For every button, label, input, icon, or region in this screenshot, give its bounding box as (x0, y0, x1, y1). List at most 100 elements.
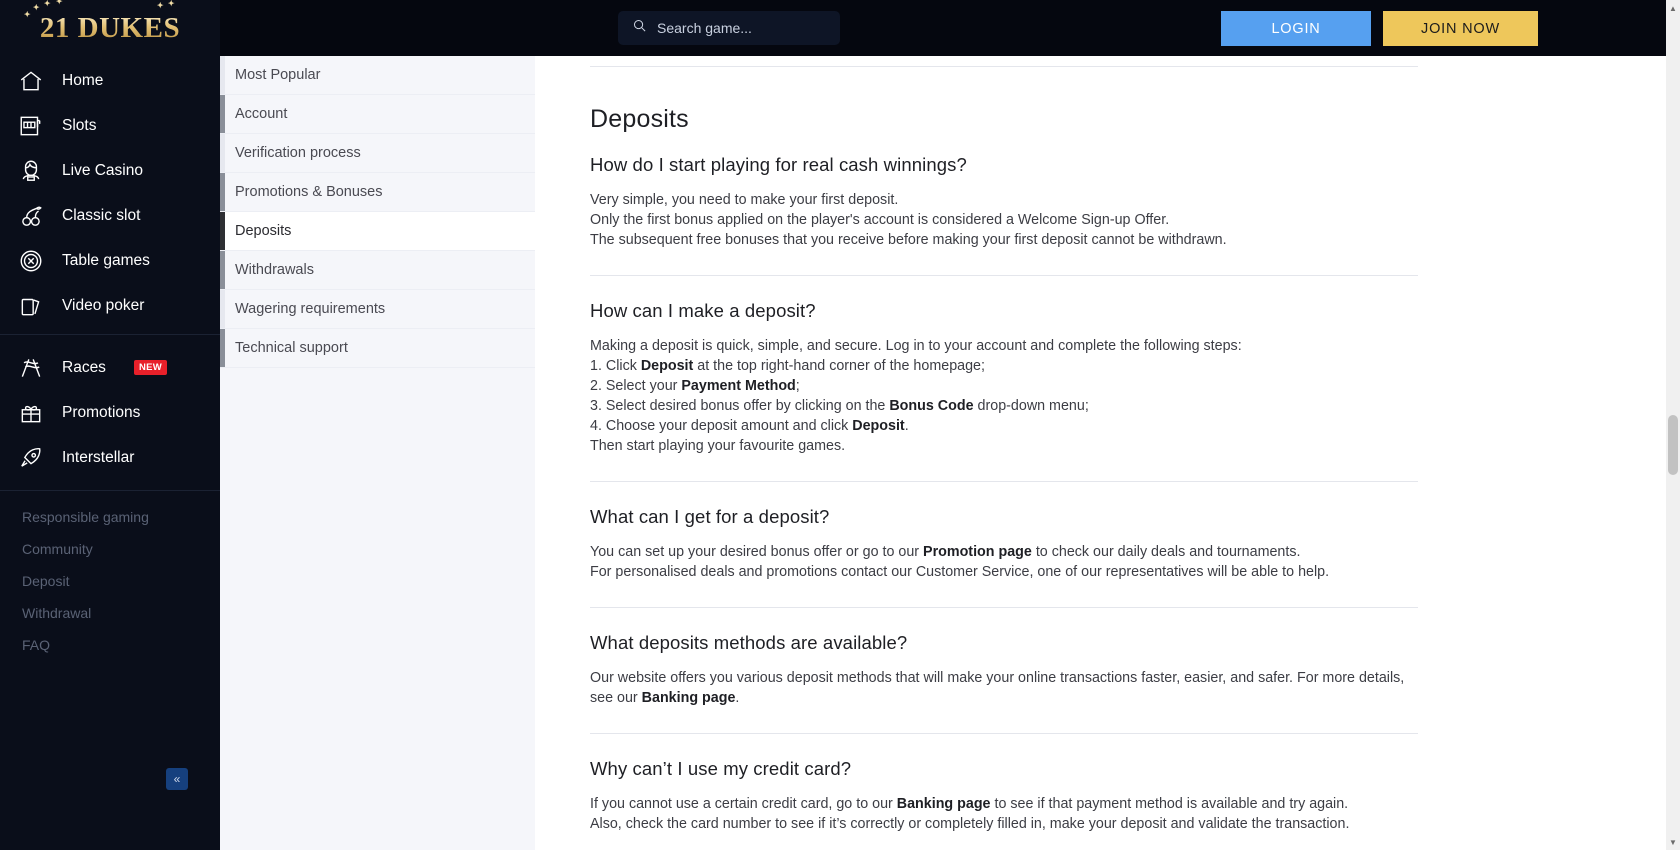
sidebar-item-label: Home (62, 71, 104, 89)
sidebar-item-label: Interstellar (62, 448, 135, 466)
faq-answer-line: Our website offers you various deposit m… (590, 668, 1418, 708)
sidebar-link-community[interactable]: Community (0, 533, 220, 565)
sidebar-item-slots[interactable]: Slots (0, 103, 220, 148)
faq-answer-text: 2. Select your (590, 378, 682, 394)
faq-answer-line: Making a deposit is quick, simple, and s… (590, 336, 1418, 356)
faq-answer-text: You can set up your desired bonus offer … (590, 544, 924, 560)
faq-answer-emphasis: Deposit (640, 358, 694, 374)
scrollbar-thumb[interactable] (1668, 415, 1678, 475)
checkered-flags-icon (16, 353, 46, 383)
faq-category-label: Withdrawals (235, 262, 314, 278)
divider (590, 733, 1418, 734)
faq-answer-text: Only the first bonus applied on the play… (590, 212, 1170, 228)
scroll-down-arrow-icon[interactable]: ▼ (1666, 834, 1680, 850)
divider (590, 607, 1418, 608)
sidebar-item-label: Promotions (62, 403, 141, 421)
faq-category-label: Technical support (235, 340, 348, 356)
faq-question: What deposits methods are available? (590, 632, 908, 653)
sidebar-footer-links: Responsible gaming Community Deposit Wit… (0, 490, 220, 661)
live-dealer-icon (16, 156, 46, 186)
faq-answer-text: Making a deposit is quick, simple, and s… (590, 338, 1242, 354)
faq-answer-emphasis: Promotion page (923, 544, 1032, 560)
faq-item: How can I make a deposit? Making a deposi… (590, 300, 1418, 460)
status-badge: NEW (133, 360, 168, 375)
faq-item: Why can’t I use my credit card? If you ca… (590, 758, 1418, 838)
faq-answer-line: 1. Click Deposit at the top right-hand c… (590, 356, 1418, 376)
sidebar-item-table-games[interactable]: Table games (0, 238, 220, 283)
faq-item: What can I get for a deposit? You can set… (590, 506, 1418, 586)
playing-cards-icon (16, 291, 46, 321)
cherries-icon (16, 201, 46, 231)
faq-answer-line: 4. Choose your deposit amount and click … (590, 416, 1418, 436)
faq-category-technical-support[interactable]: Technical support (220, 329, 535, 368)
search-input[interactable]: Search game... (618, 11, 840, 45)
faq-answer-line: Very simple, you need to make your first… (590, 190, 1418, 210)
faq-answer-text: If you cannot use a certain credit card,… (590, 796, 897, 812)
faq-answer-text: Very simple, you need to make your first… (590, 192, 899, 208)
logo-sparkle-icon: ✦ (55, 0, 64, 6)
faq-page: ✦ ✦ ✦ ✦ ✦ ✦ 21 DUKES Home Slots Live Cas… (0, 0, 1680, 850)
sidebar-item-races[interactable]: Races NEW (0, 345, 220, 390)
faq-answer: Very simple, you need to make your first… (590, 190, 1418, 250)
faq-answer: Making a deposit is quick, simple, and s… (590, 336, 1418, 456)
rocket-icon (16, 443, 46, 473)
faq-answer-text: 4. Choose your deposit amount and click (590, 418, 853, 434)
sidebar-item-label: Live Casino (62, 161, 143, 179)
faq-item: How do I start playing for real cash win… (590, 154, 1418, 254)
sidebar-link-faq[interactable]: FAQ (0, 629, 220, 661)
sidebar-link-deposit[interactable]: Deposit (0, 565, 220, 597)
faq-answer-text: to see if that payment method is availab… (990, 796, 1349, 812)
logo-sparkle-icon: ✦ (32, 2, 41, 12)
sidebar-item-classic-slot[interactable]: Classic slot (0, 193, 220, 238)
brand-logo[interactable]: ✦ ✦ ✦ ✦ ✦ ✦ 21 DUKES (0, 0, 220, 56)
faq-answer-text: drop-down menu; (973, 398, 1089, 414)
sidebar-item-video-poker[interactable]: Video poker (0, 283, 220, 328)
faq-answer-text: Also, check the card number to see if it… (590, 816, 1350, 832)
faq-answer-line: If you cannot use a certain credit card,… (590, 794, 1418, 814)
sidebar-item-label: Classic slot (62, 206, 141, 224)
faq-category-wagering-requirements[interactable]: Wagering requirements (220, 290, 535, 329)
logo-sparkle-icon: ✦ (167, 0, 176, 8)
faq-answer-line: For personalised deals and promotions co… (590, 562, 1418, 582)
sidebar-item-label: Races (62, 358, 106, 376)
faq-answer: You can set up your desired bonus offer … (590, 542, 1418, 582)
page-right-gutter (1473, 0, 1666, 850)
sidebar-item-interstellar[interactable]: Interstellar (0, 435, 220, 480)
faq-category-deposits[interactable]: Deposits (220, 212, 535, 251)
gift-icon (16, 398, 46, 428)
faq-category-withdrawals[interactable]: Withdrawals (220, 251, 535, 290)
faq-answer-text: Then start playing your favourite games. (590, 438, 846, 454)
faq-category-verification-process[interactable]: Verification process (220, 134, 535, 173)
vertical-scrollbar[interactable]: ▲ ▼ (1666, 0, 1680, 850)
faq-category-most-popular[interactable]: Most Popular (220, 56, 535, 95)
faq-category-label: Account (235, 106, 288, 122)
faq-category-account[interactable]: Account (220, 95, 535, 134)
sidebar-link-responsible-gaming[interactable]: Responsible gaming (0, 501, 220, 533)
faq-answer-text: 1. Click (590, 358, 641, 374)
faq-category-label: Verification process (235, 145, 361, 161)
sidebar-link-withdrawal[interactable]: Withdrawal (0, 597, 220, 629)
page-title: Deposits (590, 105, 689, 133)
faq-answer-text: The subsequent free bonuses that you rec… (590, 232, 1227, 248)
faq-answer: If you cannot use a certain credit card,… (590, 794, 1418, 834)
faq-answer-text: . (735, 690, 740, 706)
faq-answer-emphasis: Banking page (641, 690, 736, 706)
sidebar-collapse-button[interactable]: « (166, 768, 188, 790)
faq-answer-emphasis: Banking page (896, 796, 991, 812)
faq-category-list: Most Popular Account Verification proces… (220, 56, 535, 850)
sidebar-item-promotions[interactable]: Promotions (0, 390, 220, 435)
sidebar: ✦ ✦ ✦ ✦ ✦ ✦ 21 DUKES Home Slots Live Cas… (0, 0, 220, 850)
faq-answer: Our website offers you various deposit m… (590, 668, 1418, 708)
sidebar-item-label: Table games (62, 251, 150, 269)
login-button[interactable]: LOGIN (1221, 11, 1371, 46)
brand-logo-text: 21 DUKES (39, 11, 181, 44)
sidebar-item-home[interactable]: Home (0, 58, 220, 103)
faq-category-promotions-bonuses[interactable]: Promotions & Bonuses (220, 173, 535, 212)
join-now-button[interactable]: JOIN NOW (1383, 11, 1538, 46)
scroll-up-arrow-icon[interactable]: ▲ (1666, 0, 1680, 16)
faq-question: How can I make a deposit? (590, 300, 816, 321)
sidebar-item-live-casino[interactable]: Live Casino (0, 148, 220, 193)
divider (590, 275, 1418, 276)
divider (590, 481, 1418, 482)
faq-body: Most Popular Account Verification proces… (220, 56, 1473, 850)
